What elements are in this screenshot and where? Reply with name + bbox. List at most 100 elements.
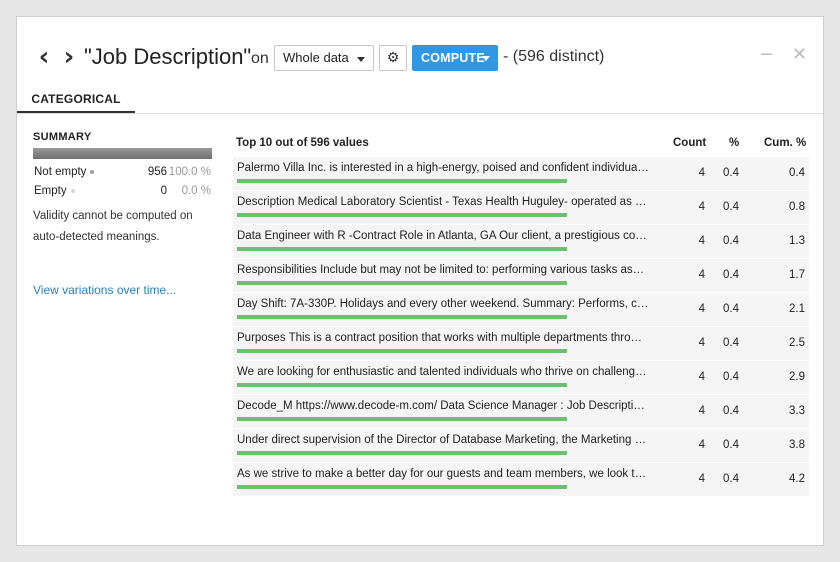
dot-icon	[90, 169, 95, 174]
row-value: Palermo Villa Inc. is interested in a hi…	[237, 162, 649, 174]
summary-label: Not empty	[34, 166, 87, 178]
frequency-bar	[237, 247, 567, 251]
row-count: 4	[698, 201, 705, 213]
frequency-bar	[237, 485, 567, 489]
dialog-header: ‹ › "Job Description" on Whole data ⚙ CO…	[17, 43, 823, 73]
row-pct: 0.4	[723, 405, 739, 417]
row-pct: 0.4	[723, 439, 739, 451]
row-value: As we strive to make a better day for ou…	[237, 468, 649, 480]
settings-button[interactable]: ⚙	[379, 45, 407, 71]
caret-down-icon	[357, 57, 365, 62]
frequency-bar	[237, 315, 567, 319]
table-row[interactable]: Purposes This is a contract position tha…	[233, 327, 809, 360]
compute-button[interactable]: COMPUTE	[412, 45, 498, 71]
row-count: 4	[698, 371, 705, 383]
row-value: Description Medical Laboratory Scientist…	[237, 196, 649, 208]
minus-icon[interactable]: −	[759, 44, 774, 65]
table-title: Top 10 out of 596 values	[236, 137, 369, 149]
frequency-bar	[237, 417, 567, 421]
row-value: Data Engineer with R -Contract Role in A…	[237, 230, 649, 242]
table-row[interactable]: Palermo Villa Inc. is interested in a hi…	[233, 157, 809, 190]
sample-select-value: Whole data	[283, 50, 349, 65]
row-pct: 0.4	[723, 337, 739, 349]
column-title: "Job Description"	[84, 44, 252, 69]
row-cum-pct: 3.3	[789, 405, 805, 417]
analyze-dialog: ‹ › "Job Description" on Whole data ⚙ CO…	[16, 16, 824, 546]
distinct-count: - (596 distinct)	[503, 48, 605, 65]
table-header: Top 10 out of 596 values Count % Cum. %	[233, 131, 809, 157]
row-pct: 0.4	[723, 269, 739, 281]
table-row[interactable]: Day Shift: 7A-330P. Holidays and every o…	[233, 293, 809, 326]
row-pct: 0.4	[723, 167, 739, 179]
row-value: Day Shift: 7A-330P. Holidays and every o…	[237, 298, 649, 310]
column-header-count[interactable]: Count	[673, 131, 706, 155]
row-cum-pct: 4.2	[789, 473, 805, 485]
row-cum-pct: 3.8	[789, 439, 805, 451]
summary-pct: 100.0 %	[168, 166, 211, 178]
row-count: 4	[698, 337, 705, 349]
row-cum-pct: 2.5	[789, 337, 805, 349]
row-pct: 0.4	[723, 235, 739, 247]
gear-icon: ⚙	[386, 50, 400, 66]
view-variations-link[interactable]: View variations over time...	[33, 283, 176, 297]
row-pct: 0.4	[723, 303, 739, 315]
table-row[interactable]: Description Medical Laboratory Scientist…	[233, 191, 809, 224]
row-pct: 0.4	[723, 371, 739, 383]
row-cum-pct: 1.3	[789, 235, 805, 247]
table-row[interactable]: Decode_M https://www.decode-m.com/ Data …	[233, 395, 809, 428]
row-pct: 0.4	[723, 473, 739, 485]
table-row[interactable]: Under direct supervision of the Director…	[233, 429, 809, 462]
summary-panel: SUMMARY Not empty 956 100.0 % Empty 0 0.…	[33, 131, 213, 248]
row-cum-pct: 2.1	[789, 303, 805, 315]
sample-select[interactable]: Whole data	[274, 45, 374, 71]
column-header-cum[interactable]: Cum. %	[764, 131, 806, 155]
table-row[interactable]: Responsibilities Include but may not be …	[233, 259, 809, 292]
summary-count: 956	[147, 166, 167, 178]
row-count: 4	[698, 473, 705, 485]
compute-label: COMPUTE	[421, 51, 485, 65]
row-cum-pct: 0.8	[789, 201, 805, 213]
summary-bar	[33, 148, 212, 159]
validity-note: Validity cannot be computed on auto-dete…	[33, 210, 193, 243]
row-value: We are looking for enthusiastic and tale…	[237, 366, 647, 378]
row-count: 4	[698, 439, 705, 451]
row-count: 4	[698, 405, 705, 417]
row-cum-pct: 2.9	[789, 371, 805, 383]
frequency-bar	[237, 349, 567, 353]
on-label: on	[251, 50, 269, 67]
row-cum-pct: 1.7	[789, 269, 805, 281]
row-count: 4	[698, 167, 705, 179]
close-icon[interactable]: ✕	[792, 44, 807, 65]
table-row[interactable]: Data Engineer with R -Contract Role in A…	[233, 225, 809, 258]
summary-title: SUMMARY	[33, 131, 92, 143]
tab-bar: CATEGORICAL	[17, 89, 823, 114]
summary-count: 0	[160, 185, 167, 197]
table-row[interactable]: As we strive to make a better day for ou…	[233, 463, 809, 496]
row-pct: 0.4	[723, 201, 739, 213]
frequency-bar	[237, 383, 567, 387]
row-cum-pct: 0.4	[789, 167, 805, 179]
frequency-bar	[237, 213, 567, 217]
chevron-right-icon[interactable]: ›	[60, 44, 78, 71]
row-count: 4	[698, 303, 705, 315]
frequency-bar	[237, 451, 567, 455]
row-value: Purposes This is a contract position tha…	[237, 332, 643, 344]
table-row[interactable]: We are looking for enthusiastic and tale…	[233, 361, 809, 394]
row-count: 4	[698, 235, 705, 247]
row-value: Under direct supervision of the Director…	[237, 434, 649, 446]
dot-icon	[70, 188, 75, 193]
summary-pct: 0.0 %	[181, 185, 211, 197]
summary-row-not-empty: Not empty 956 100.0 %	[33, 163, 213, 182]
frequency-bar	[237, 281, 567, 285]
frequency-bar	[237, 179, 567, 183]
tab-categorical[interactable]: CATEGORICAL	[17, 89, 135, 113]
top-values-table: Top 10 out of 596 values Count % Cum. % …	[233, 131, 809, 497]
table-body: Palermo Villa Inc. is interested in a hi…	[233, 157, 809, 496]
row-count: 4	[698, 269, 705, 281]
caret-down-icon	[482, 56, 490, 61]
row-value: Responsibilities Include but may not be …	[237, 264, 649, 276]
column-header-pct[interactable]: %	[729, 131, 739, 155]
summary-row-empty: Empty 0 0.0 %	[33, 182, 213, 201]
summary-label: Empty	[34, 185, 67, 197]
chevron-left-icon[interactable]: ‹	[35, 44, 53, 71]
